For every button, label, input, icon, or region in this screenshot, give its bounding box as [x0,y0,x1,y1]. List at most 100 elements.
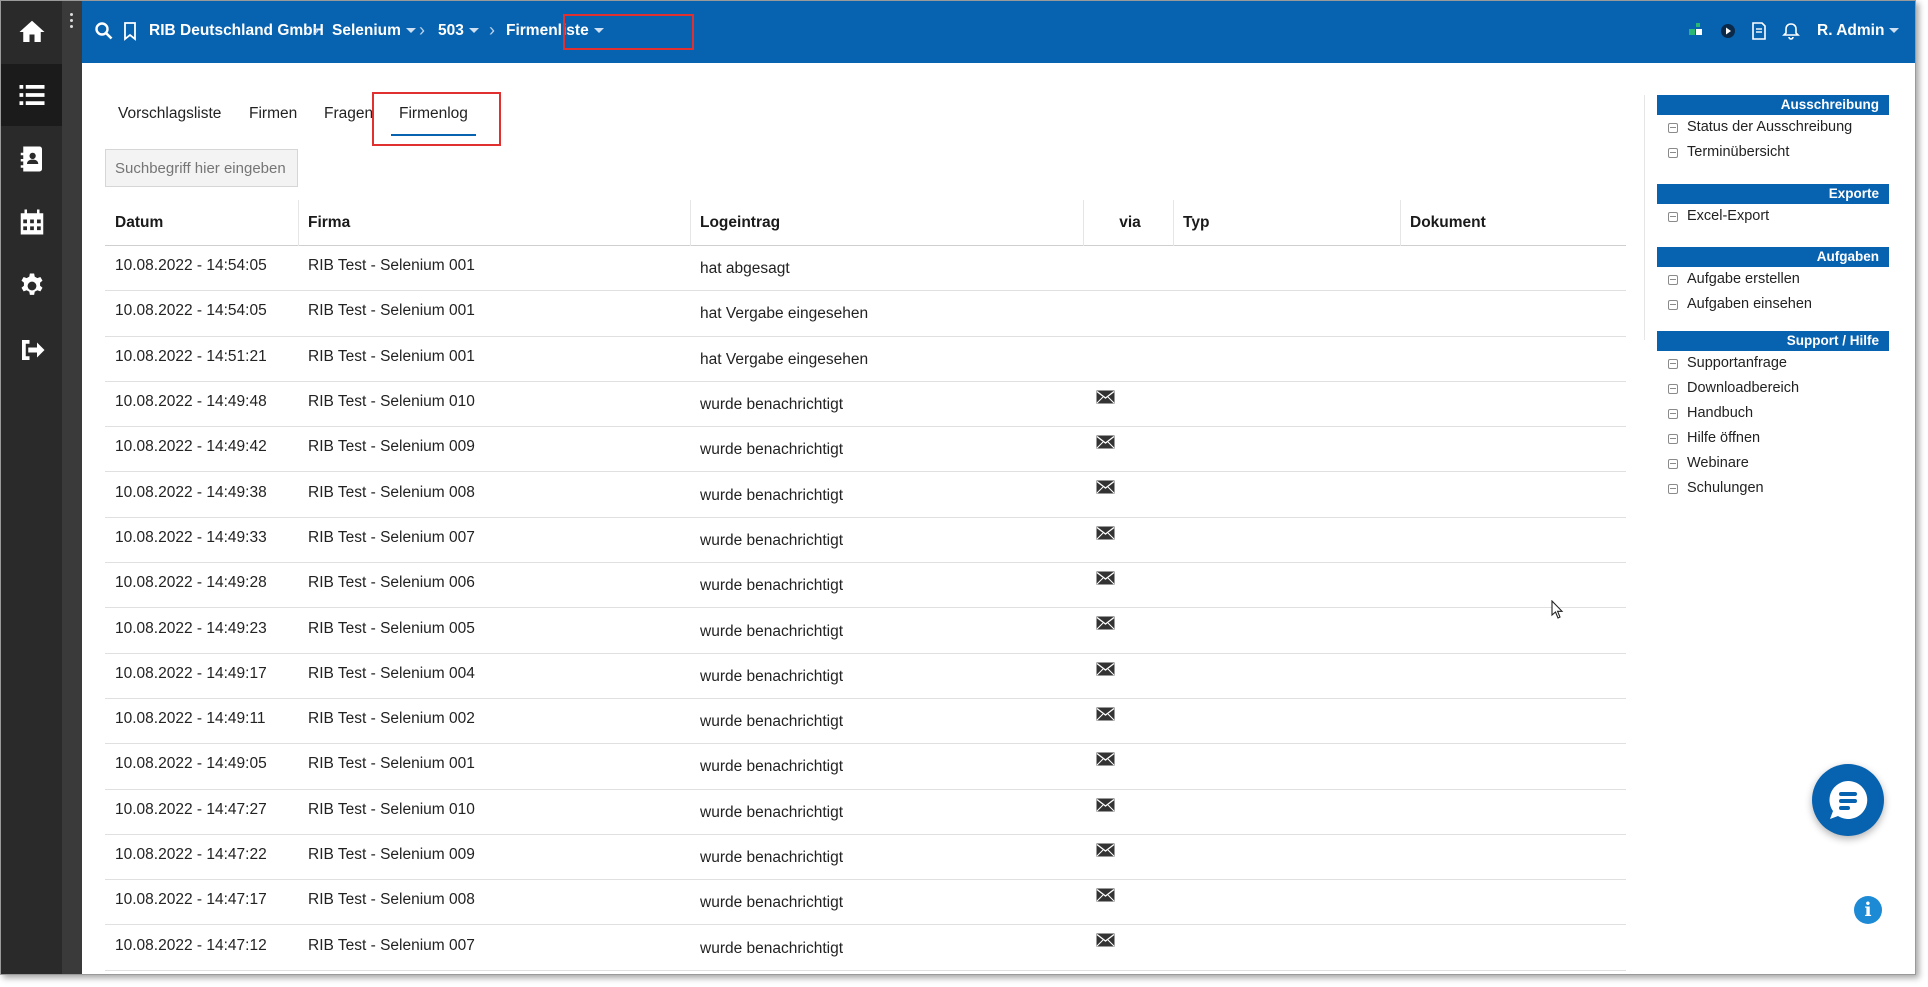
notes-button[interactable] [1749,21,1769,41]
nav-logout[interactable] [1,319,62,381]
panel-link[interactable]: Downloadbereich [1657,376,1889,401]
apps-button[interactable] [1686,21,1706,41]
panel-link-label: Supportanfrage [1687,355,1787,371]
breadcrumb-project[interactable]: Selenium [332,22,416,40]
column-header-dokument[interactable]: Dokument [1410,200,1486,245]
link-bullet-icon [1668,359,1678,369]
bookmark-button[interactable] [120,21,140,41]
panel-link-label: Aufgaben einsehen [1687,296,1812,312]
breadcrumb-project-label: Selenium [332,22,401,39]
panel-link-label: Aufgabe erstellen [1687,271,1800,287]
rail-handle[interactable] [62,1,82,974]
cell-datum: 10.08.2022 - 14:49:28 [115,574,267,592]
cell-firma: RIB Test - Selenium 008 [308,483,475,501]
panel-link[interactable]: Aufgaben einsehen [1657,292,1889,317]
table-row[interactable]: 10.08.2022 - 14:54:05 RIB Test - Selenium… [105,291,1626,337]
user-name: R. Admin [1817,22,1885,39]
column-header-logeintrag[interactable]: Logeintrag [700,200,780,245]
table-row[interactable]: 10.08.2022 - 14:49:05 RIB Test - Selenium… [105,744,1626,790]
panel-link[interactable]: Schulungen [1657,476,1889,501]
table-row[interactable]: 10.08.2022 - 14:49:11 RIB Test - Selenium… [105,699,1626,745]
mail-icon [1096,662,1115,676]
tab-firmen[interactable]: Firmen [249,105,297,123]
table-row[interactable]: 10.08.2022 - 14:49:48 RIB Test - Selenium… [105,382,1626,428]
cell-logeintrag: wurde benachrichtigt [700,441,844,459]
nav-home[interactable] [1,1,62,63]
cell-datum: 10.08.2022 - 14:47:12 [115,936,267,954]
cell-firma: RIB Test - Selenium 001 [308,755,475,773]
table-row[interactable]: 10.08.2022 - 14:54:05 RIB Test - Selenium… [105,246,1626,292]
search-button[interactable] [94,21,114,41]
panel-link[interactable]: Aufgabe erstellen [1657,267,1889,292]
mail-icon [1096,752,1115,766]
panel-section-header: Ausschreibung [1657,95,1889,115]
mail-icon [1096,390,1115,404]
table-row[interactable]: 10.08.2022 - 14:49:38 RIB Test - Selenium… [105,472,1626,518]
table-row[interactable]: 10.08.2022 - 14:47:22 RIB Test - Selenium… [105,835,1626,881]
panel-section: Exporte Excel-Export [1657,184,1889,229]
panel-link[interactable]: Terminübersicht [1657,140,1889,165]
column-header-typ[interactable]: Typ [1183,200,1209,245]
user-menu[interactable]: R. Admin [1817,22,1900,40]
left-rail [1,1,62,974]
panel-section: Ausschreibung Status der Ausschreibung Ter… [1657,95,1889,165]
info-icon[interactable]: i [1854,896,1882,924]
notifications-button[interactable] [1781,21,1801,41]
list-icon [19,85,44,105]
chevron-down-icon [1889,28,1900,34]
tab-vorschlagsliste[interactable]: Vorschlagsliste [118,105,221,123]
column-header-datum[interactable]: Datum [115,200,163,245]
nav-list[interactable] [1,64,62,126]
table-row[interactable]: 10.08.2022 - 14:49:28 RIB Test - Selenium… [105,563,1626,609]
panel-section-header: Exporte [1657,184,1889,204]
highlight-box-tab [372,92,501,146]
mail-icon [1096,435,1115,449]
table-row[interactable]: 10.08.2022 - 14:49:33 RIB Test - Selenium… [105,518,1626,564]
breadcrumb-number[interactable]: 503 [438,22,479,40]
table-row[interactable]: 10.08.2022 - 14:49:23 RIB Test - Selenium… [105,608,1626,654]
link-bullet-icon [1668,148,1678,158]
mail-icon [1096,798,1115,812]
column-header-via[interactable]: via [1083,200,1177,245]
table-row[interactable]: 10.08.2022 - 14:47:12 RIB Test - Selenium… [105,925,1626,971]
nav-settings[interactable] [1,255,62,317]
panel-link[interactable]: Excel-Export [1657,204,1889,229]
panel-link[interactable]: Webinare [1657,451,1889,476]
cell-datum: 10.08.2022 - 14:49:38 [115,483,267,501]
chevron-down-icon [405,28,416,34]
tab-fragen[interactable]: Fragen [324,105,373,123]
breadcrumb-separator: › [313,20,319,40]
table-row[interactable]: 10.08.2022 - 14:51:21 RIB Test - Selenium… [105,337,1626,382]
cell-logeintrag: hat abgesagt [700,260,790,278]
panel-section-header: Support / Hilfe [1657,331,1889,351]
panel-link-label: Status der Ausschreibung [1687,119,1853,135]
panel-link[interactable]: Supportanfrage [1657,351,1889,376]
panel-link[interactable]: Status der Ausschreibung [1657,115,1889,140]
table-row[interactable]: 10.08.2022 - 14:47:27 RIB Test - Selenium… [105,790,1626,835]
cell-logeintrag: wurde benachrichtigt [700,667,844,685]
bookmark-icon [124,22,136,41]
nav-contacts[interactable] [1,128,62,190]
table-row[interactable]: 10.08.2022 - 14:49:17 RIB Test - Selenium… [105,654,1626,699]
nav-calendar[interactable] [1,191,62,253]
chat-button[interactable] [1812,764,1884,836]
cell-logeintrag: wurde benachrichtigt [700,849,844,866]
cell-datum: 10.08.2022 - 14:47:17 [115,891,267,909]
cell-datum: 10.08.2022 - 14:51:21 [115,347,267,365]
link-bullet-icon [1668,212,1678,222]
column-header-firma[interactable]: Firma [308,200,350,245]
cell-logeintrag: wurde benachrichtigt [700,486,844,504]
breadcrumb-company[interactable]: RIB Deutschland GmbH [149,22,324,40]
panel-link[interactable]: Handbuch [1657,401,1889,426]
panel-link-label: Terminübersicht [1687,144,1790,160]
mail-icon [1096,616,1115,630]
table-row[interactable]: 10.08.2022 - 14:49:42 RIB Test - Selenium… [105,427,1626,473]
panel-link[interactable]: Hilfe öffnen [1657,426,1889,451]
play-button[interactable] [1718,21,1738,41]
breadcrumb-separator: › [419,20,425,40]
cell-firma: RIB Test - Selenium 009 [308,438,475,456]
link-bullet-icon [1668,484,1678,494]
search-input[interactable] [105,149,298,187]
table-row[interactable]: 10.08.2022 - 14:47:17 RIB Test - Selenium… [105,880,1626,926]
link-bullet-icon [1668,409,1678,419]
